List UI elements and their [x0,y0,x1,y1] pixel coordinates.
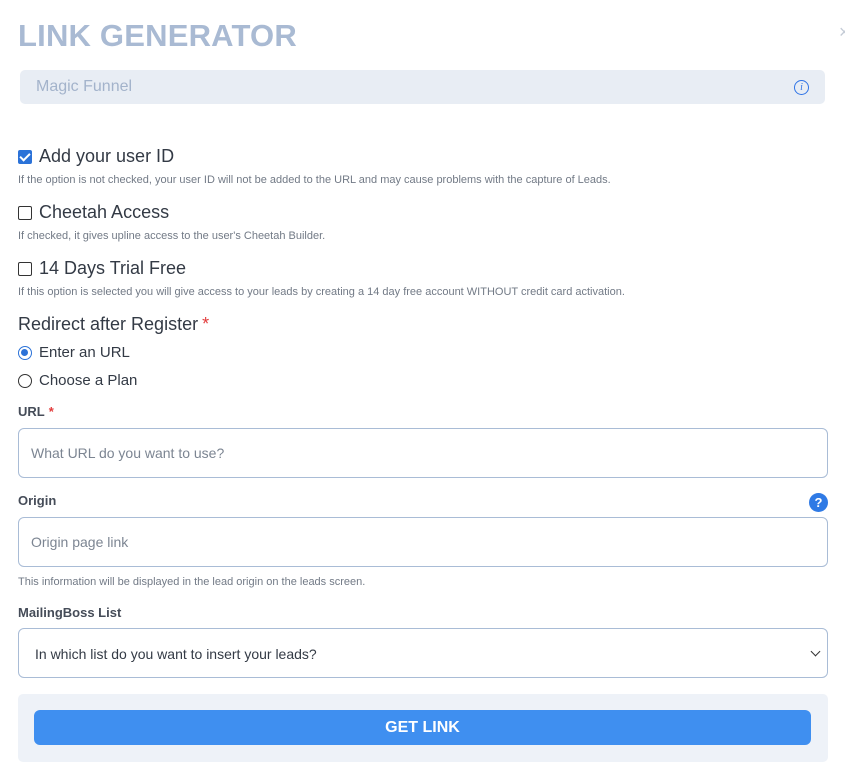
mailing-list-value: In which list do you want to insert your… [35,646,317,662]
redirect-label: Redirect after Register * [18,314,209,335]
required-mark: * [202,314,210,334]
cheetah-access-label: Cheetah Access [39,202,170,222]
cheetah-access-help: If checked, it gives upline access to th… [18,230,326,242]
mailing-list-select[interactable]: In which list do you want to insert your… [18,628,828,678]
question-icon[interactable]: ? [809,493,828,512]
footer-bar: GET LINK [18,694,828,762]
url-label: URL * [18,404,54,419]
close-icon[interactable]: × [839,22,845,42]
option-cheetah-access[interactable]: Cheetah Access [18,202,169,223]
add-user-id-label: Add your user ID [39,146,175,166]
choose-plan-radio[interactable] [18,373,32,388]
url-input[interactable] [18,428,828,478]
link-generator-modal: LINK GENERATOR × Magic Funnel i Add your… [0,0,845,768]
redirect-label-text: Redirect after Register [18,314,199,334]
radio-enter-url[interactable]: Enter an URL [18,344,130,361]
origin-input[interactable] [18,517,828,567]
get-link-button[interactable]: GET LINK [34,710,811,745]
page-title: LINK GENERATOR [18,18,297,53]
option-trial-free[interactable]: 14 Days Trial Free [18,258,186,279]
option-add-user-id[interactable]: Add your user ID [18,146,174,167]
enter-url-radio[interactable] [18,345,32,360]
origin-help: This information will be displayed in th… [18,576,366,588]
choose-plan-label: Choose a Plan [39,372,138,389]
mailing-list-label: MailingBoss List [18,605,122,620]
trial-free-help: If this option is selected you will give… [18,286,625,298]
required-mark: * [48,404,54,419]
funnel-name-bar: Magic Funnel i [20,70,825,104]
cheetah-access-checkbox[interactable] [18,205,32,220]
origin-label: Origin [18,493,57,508]
radio-choose-plan[interactable]: Choose a Plan [18,372,137,389]
trial-free-label: 14 Days Trial Free [39,258,187,278]
url-label-text: URL [18,404,45,419]
trial-free-checkbox[interactable] [18,261,32,276]
info-icon[interactable]: i [794,80,809,95]
add-user-id-help: If the option is not checked, your user … [18,174,611,186]
chevron-down-icon [810,646,821,657]
enter-url-label: Enter an URL [39,344,130,361]
funnel-name: Magic Funnel [36,78,133,95]
add-user-id-checkbox[interactable] [18,149,32,164]
